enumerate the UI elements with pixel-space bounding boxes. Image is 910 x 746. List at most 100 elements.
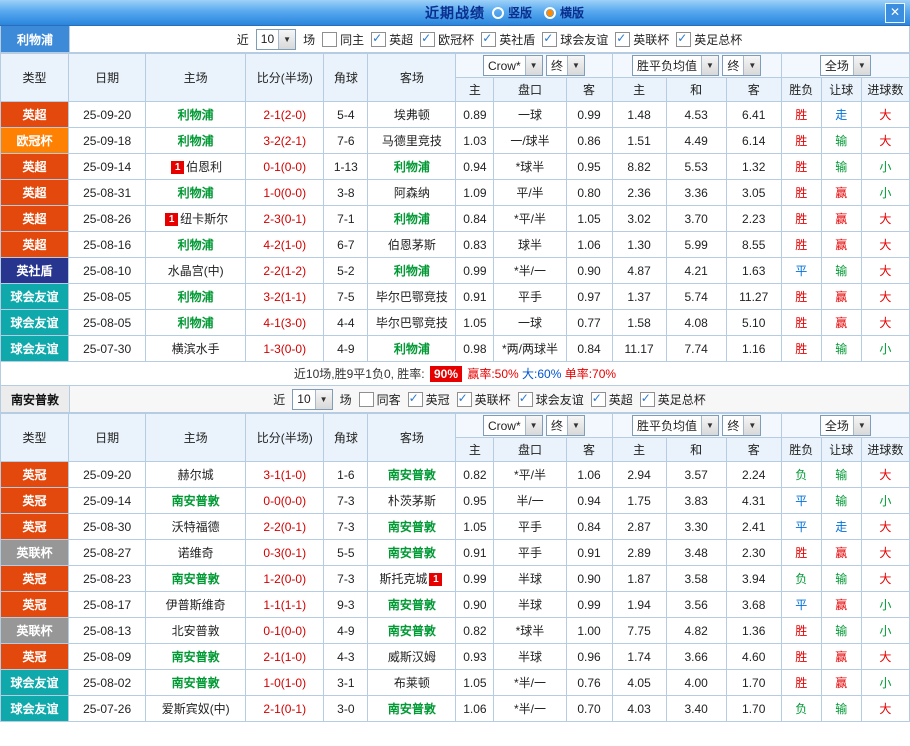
- view-option[interactable]: 竖版: [492, 4, 532, 21]
- filter-option[interactable]: 英超: [590, 391, 633, 408]
- score-cell: 3-2(1-1): [245, 283, 325, 310]
- asian-handicap-cell: 一/球半: [493, 127, 567, 154]
- radio-icon[interactable]: [544, 6, 557, 19]
- scope-select[interactable]: 全场 ▼: [819, 55, 871, 76]
- checkbox-icon[interactable]: [676, 31, 692, 47]
- euro-home-odds-cell: 4.03: [611, 695, 667, 722]
- euro-average-select-value: 胜平负均值: [636, 59, 697, 73]
- checkbox-icon[interactable]: [371, 31, 387, 47]
- checkbox-icon[interactable]: [639, 391, 655, 407]
- date-cell: 25-09-20: [68, 101, 147, 128]
- matches-label: 场: [303, 32, 316, 47]
- euro-average-select[interactable]: 胜平负均值 ▼: [631, 415, 719, 436]
- col-header-away: 客场: [367, 53, 457, 102]
- filter-option-label: 英足总杯: [657, 392, 706, 407]
- filter-option[interactable]: 同客: [358, 391, 401, 408]
- dropdown-arrow-icon: ▼: [700, 416, 718, 435]
- checkbox-icon[interactable]: [407, 391, 423, 407]
- euro-home-odds-cell: 11.17: [611, 335, 667, 362]
- handicap-result-cell: 输: [820, 695, 862, 722]
- team-name: 斯托克城: [379, 572, 428, 586]
- match-row: 球会友谊 25-07-30 横滨水手 1-3(0-0) 4-9 利物浦 0.98 *两/两球半…: [0, 335, 910, 362]
- goals-result-cell: 大: [860, 283, 910, 310]
- euro-draw-odds-cell: 7.74: [665, 335, 727, 362]
- handicap-result-cell: 输: [820, 617, 862, 644]
- col-header-corner: 角球: [323, 53, 369, 102]
- col-subheader-euro: 客: [725, 77, 782, 102]
- away-team-cell: 利物浦: [367, 153, 457, 180]
- asian-away-odds-cell: 0.86: [565, 127, 613, 154]
- filter-option[interactable]: 球会友谊: [542, 31, 608, 48]
- home-team-cell: 沃特福德: [145, 513, 247, 540]
- company-select[interactable]: Crow* ▼: [482, 415, 543, 436]
- asian-away-odds-cell: 0.84: [565, 513, 613, 540]
- score-cell: 1-0(0-0): [245, 179, 325, 206]
- checkbox-icon[interactable]: [358, 391, 374, 407]
- asian-away-odds-cell: 0.84: [565, 335, 613, 362]
- euro-average-select[interactable]: 胜平负均值 ▼: [631, 55, 719, 76]
- col-header-home: 主场: [145, 53, 247, 102]
- final-euro-select[interactable]: 终 ▼: [722, 415, 762, 436]
- filter-option[interactable]: 英联杯: [456, 391, 511, 408]
- filter-option[interactable]: 欧冠杯: [420, 31, 474, 48]
- asian-away-odds-cell: 0.96: [565, 643, 613, 670]
- euro-home-odds-cell: 2.36: [611, 179, 667, 206]
- final-odds-select-value: 终: [550, 59, 563, 73]
- filter-option[interactable]: 英冠: [407, 391, 450, 408]
- final-odds-select-value: 终: [550, 419, 563, 433]
- goals-result-cell: 大: [860, 205, 910, 232]
- asian-handicap-cell: 半球: [493, 643, 567, 670]
- filter-option[interactable]: 球会友谊: [517, 391, 584, 408]
- home-team-cell: 伊普斯维奇: [145, 591, 247, 618]
- checkbox-icon[interactable]: [590, 391, 606, 407]
- asian-away-odds-cell: 0.94: [565, 487, 613, 514]
- recent-count-select[interactable]: 10 ▼: [255, 28, 297, 50]
- recent-count-select[interactable]: 10 ▼: [292, 388, 333, 410]
- filter-option[interactable]: 同主: [322, 31, 364, 48]
- radio-icon[interactable]: [492, 6, 504, 19]
- home-team-cell: 水晶宫(中): [145, 257, 247, 284]
- corner-cell: 7-1: [323, 205, 369, 232]
- date-cell: 25-08-05: [68, 283, 147, 310]
- match-row: 英冠 25-09-14 南安普敦 0-0(0-0) 7-3 朴茨茅斯 0.95 半/一 0.94…: [0, 487, 910, 514]
- checkbox-icon[interactable]: [542, 31, 558, 47]
- filter-option[interactable]: 英超: [371, 31, 413, 48]
- team-name: 横滨水手: [171, 342, 220, 356]
- home-team-cell: 南安普敦: [145, 487, 247, 514]
- col-subheader-asian: 客: [565, 437, 613, 462]
- competition-cell: 英冠: [0, 643, 70, 670]
- scope-select[interactable]: 全场 ▼: [819, 415, 871, 436]
- checkbox-icon[interactable]: [517, 391, 533, 407]
- home-team-cell: 北安普敦: [145, 617, 247, 644]
- final-euro-select[interactable]: 终 ▼: [722, 55, 762, 76]
- final-odds-select[interactable]: 终 ▼: [545, 55, 585, 76]
- asian-handicap-cell: 平手: [493, 283, 567, 310]
- filter-option[interactable]: 英足总杯: [676, 31, 742, 48]
- euro-draw-odds-cell: 5.99: [665, 231, 727, 258]
- filter-option-label: 同主: [340, 32, 365, 47]
- checkbox-icon[interactable]: [322, 31, 338, 47]
- close-button[interactable]: ✕: [885, 3, 905, 23]
- asian-home-odds-cell: 0.84: [455, 205, 495, 232]
- euro-home-odds-cell: 1.74: [611, 643, 667, 670]
- checkbox-icon[interactable]: [481, 31, 497, 47]
- euro-away-odds-cell: 2.24: [725, 461, 782, 488]
- checkbox-icon[interactable]: [615, 31, 631, 47]
- checkbox-icon[interactable]: [420, 31, 436, 47]
- filter-option[interactable]: 英联杯: [615, 31, 669, 48]
- final-odds-select[interactable]: 终 ▼: [545, 415, 585, 436]
- recent-count-select-value: 10: [260, 32, 275, 46]
- company-select[interactable]: Crow* ▼: [482, 55, 543, 76]
- filter-option[interactable]: 英社盾: [481, 31, 535, 48]
- date-cell: 25-07-30: [68, 335, 147, 362]
- away-team-cell: 布莱顿: [367, 669, 457, 696]
- team-name: 南安普敦: [171, 494, 220, 508]
- filter-option[interactable]: 英足总杯: [639, 391, 706, 408]
- checkbox-icon[interactable]: [456, 391, 472, 407]
- euro-home-odds-cell: 1.30: [611, 231, 667, 258]
- col-header-type: 类型: [0, 413, 70, 462]
- team-name: 利物浦: [393, 264, 430, 278]
- away-team-cell: 利物浦: [367, 335, 457, 362]
- red-card-badge: 1: [171, 161, 185, 174]
- view-option[interactable]: 横版: [544, 4, 584, 21]
